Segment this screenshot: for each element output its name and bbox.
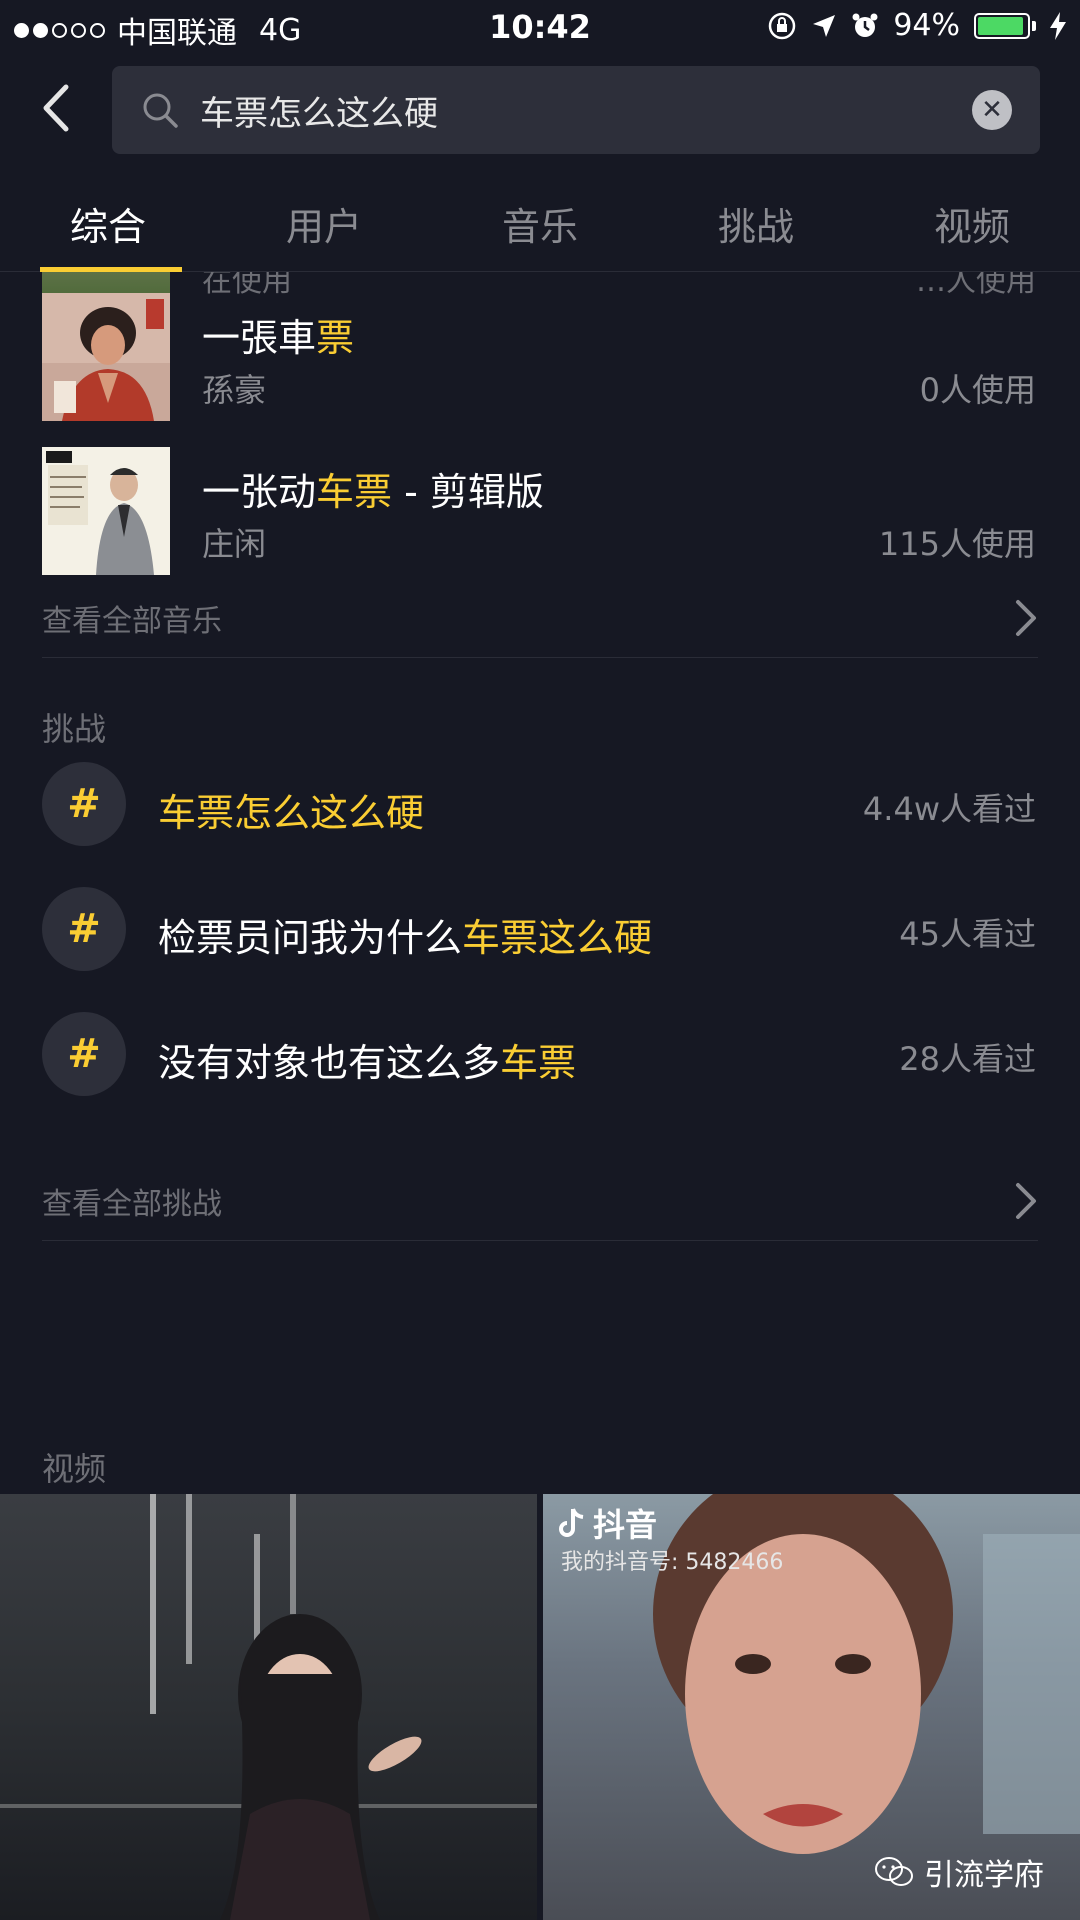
challenge-views: 4.4w人看过 — [862, 790, 1036, 828]
tab-challenges[interactable]: 挑战 — [648, 170, 864, 271]
video-thumbnail[interactable] — [0, 1494, 537, 1920]
location-icon — [813, 14, 836, 37]
hashtag-icon: # — [42, 762, 126, 846]
chevron-right-icon — [1016, 1182, 1036, 1219]
challenge-item[interactable]: # 车票怎么这么硬 4.4w人看过 — [0, 762, 1080, 848]
search-query: 车票怎么这么硬 — [200, 93, 438, 134]
chevron-left-icon — [43, 84, 69, 132]
search-icon — [143, 93, 178, 128]
search-input[interactable]: 车票怎么这么硬 ✕ — [112, 66, 1040, 154]
alarm-icon — [852, 13, 878, 37]
back-button[interactable] — [30, 80, 80, 136]
music-note-icon — [559, 1508, 584, 1537]
video-preview-image — [0, 1494, 537, 1920]
search-header: 车票怎么这么硬 ✕ — [0, 54, 1080, 170]
hashtag-icon: # — [42, 887, 126, 971]
challenge-name: 没有对象也有这么多车票 — [158, 1041, 577, 1085]
section-label-challenges: 挑战 — [42, 710, 107, 748]
hashtag-icon: # — [42, 1012, 126, 1096]
challenge-name: 车票怎么这么硬 — [158, 791, 425, 835]
music-title: 一張車票 — [202, 316, 355, 360]
challenge-name: 检票员问我为什么车票这么硬 — [158, 916, 653, 960]
music-cover — [42, 293, 170, 421]
music-item[interactable]: 一张动车票 - 剪辑版 庄闲 115人使用 — [0, 447, 1080, 577]
challenge-item[interactable]: # 没有对象也有这么多车票 28人看过 — [0, 1012, 1080, 1098]
watermark: 引流学府 — [874, 1850, 1044, 1894]
wechat-icon — [875, 1857, 913, 1886]
challenge-views: 28人看过 — [899, 1040, 1036, 1078]
battery-icon — [974, 12, 1036, 39]
see-all-music-button[interactable]: 查看全部音乐 — [42, 578, 1038, 658]
challenge-views: 45人看过 — [899, 915, 1036, 953]
tab-music[interactable]: 音乐 — [432, 170, 648, 271]
music-usage-count: 0人使用 — [919, 371, 1036, 409]
result-tabs: 综合 用户 音乐 挑战 视频 — [0, 170, 1080, 272]
music-usage-count: 115人使用 — [878, 525, 1036, 563]
chevron-right-icon — [1016, 599, 1036, 636]
charging-icon — [1050, 11, 1066, 40]
tiktok-id: 我的抖音号: 5482466 — [561, 1550, 784, 1575]
music-item[interactable]: 一張車票 孫豪 0人使用 — [0, 293, 1080, 423]
music-artist: 庄闲 — [202, 525, 267, 563]
music-artist: 孫豪 — [202, 371, 267, 409]
tab-comprehensive[interactable]: 综合 — [0, 170, 216, 272]
music-cover — [42, 447, 170, 575]
section-label-videos: 视频 — [42, 1450, 107, 1488]
clear-search-button[interactable]: ✕ — [972, 90, 1012, 130]
see-all-challenges-button[interactable]: 查看全部挑战 — [42, 1161, 1038, 1241]
video-thumbnail[interactable]: 抖音 我的抖音号: 5482466 引流学府 — [543, 1494, 1080, 1920]
video-grid: 抖音 我的抖音号: 5482466 引流学府 — [0, 1494, 1080, 1920]
music-title: 一张动车票 - 剪辑版 — [202, 470, 544, 514]
close-icon: ✕ — [981, 95, 1003, 125]
tiktok-logo: 抖音 — [559, 1500, 657, 1546]
challenge-item[interactable]: # 检票员问我为什么车票这么硬 45人看过 — [0, 887, 1080, 973]
tab-users[interactable]: 用户 — [216, 170, 432, 271]
rotation-lock-icon — [769, 12, 796, 39]
battery-percent: 94% — [893, 8, 960, 43]
status-bar: 中国联通 4G 10:42 94% — [0, 0, 1080, 54]
tab-videos[interactable]: 视频 — [864, 170, 1080, 271]
